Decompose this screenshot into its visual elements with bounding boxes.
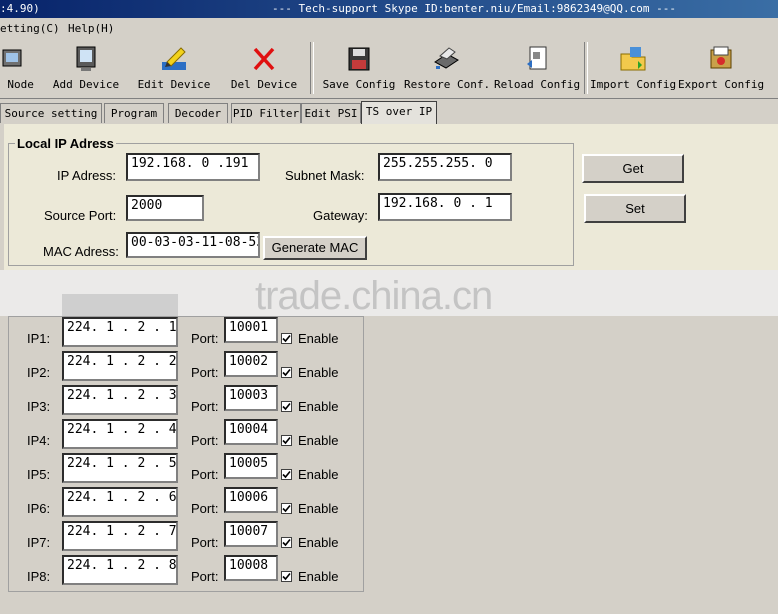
ip-row-port-label: Port:	[191, 399, 219, 414]
ip-row-enable-label: Enable	[298, 569, 339, 584]
ip-address-field[interactable]: 192.168. 0 .191	[126, 153, 260, 181]
ip-row-address-field[interactable]: 224. 1 . 2 . 6	[62, 487, 178, 517]
tab-program[interactable]: Program	[104, 103, 164, 123]
ip-row-enable-label: Enable	[298, 331, 339, 346]
title-support-text: --- Tech-support Skype ID:benter.niu/Ema…	[272, 2, 676, 15]
ip-row-label: IP5:	[27, 467, 51, 482]
ip-row-port-label: Port:	[191, 365, 219, 380]
toolbar: q Node Add Device Edit Device Del Device…	[0, 40, 778, 99]
title-version: :4.90)	[0, 2, 40, 15]
import-config-button[interactable]: Import Config	[590, 40, 676, 96]
ip-row-label: IP3:	[27, 399, 51, 414]
reload-config-button[interactable]: Reload Config	[494, 40, 580, 96]
tab-source-setting[interactable]: Source setting	[0, 103, 102, 123]
ip-row-port-field[interactable]: 10008	[224, 555, 278, 581]
ip-row-enable-checkbox[interactable]	[281, 401, 292, 412]
ip-row-port-label: Port:	[191, 433, 219, 448]
subnet-mask-label: Subnet Mask:	[285, 168, 365, 183]
restore-config-button[interactable]: Restore Conf.	[404, 40, 490, 96]
ip-row-address-field[interactable]: 224. 1 . 2 . 8	[62, 555, 178, 585]
ip-row-port-field[interactable]: 10002	[224, 351, 278, 377]
ip-row-port-field[interactable]: 10005	[224, 453, 278, 479]
ip-row-port-label: Port:	[191, 535, 219, 550]
source-port-label: Source Port:	[44, 208, 117, 223]
set-button[interactable]: Set	[584, 194, 686, 223]
source-port-field[interactable]: 2000	[126, 195, 204, 221]
export-config-button[interactable]: Export Config	[678, 40, 764, 96]
ip-row-enable-checkbox[interactable]	[281, 367, 292, 378]
ip-row-address-field[interactable]: 224. 1 . 2 . 2	[62, 351, 178, 381]
ip-row-enable-label: Enable	[298, 501, 339, 516]
gateway-label: Gateway:	[313, 208, 368, 223]
generate-mac-button[interactable]: Generate MAC	[263, 236, 367, 260]
mac-address-label: MAC Adress:	[43, 244, 119, 259]
ip-address-label: IP Adress:	[57, 168, 117, 183]
watermark-text: trade.china.cn	[255, 274, 493, 318]
scanner-icon	[434, 47, 459, 69]
title-bar: :4.90) --- Tech-support Skype ID:benter.…	[0, 0, 778, 18]
ip-row-label: IP7:	[27, 535, 51, 550]
tab-decoder[interactable]: Decoder	[168, 103, 228, 123]
reload-document-icon	[527, 46, 547, 70]
menu-bar: etting(C) Help(H)	[0, 18, 778, 39]
folder-import-icon	[620, 47, 646, 71]
edit-device-button[interactable]: Edit Device	[136, 40, 212, 96]
ip-row-port-label: Port:	[191, 467, 219, 482]
ip-row-label: IP1:	[27, 331, 51, 346]
floppy-disk-icon	[348, 47, 370, 71]
pencil-icon	[162, 47, 186, 70]
query-node-button[interactable]: q Node	[0, 40, 42, 96]
menu-setting[interactable]: etting(C)	[0, 22, 60, 35]
get-button[interactable]: Get	[582, 154, 684, 183]
delete-device-button[interactable]: Del Device	[228, 40, 300, 96]
ip-row-enable-checkbox[interactable]	[281, 537, 292, 548]
ip-row-port-label: Port:	[191, 501, 219, 516]
ip-row-enable-label: Enable	[298, 433, 339, 448]
ip-row-enable-label: Enable	[298, 365, 339, 380]
toolbar-separator	[310, 42, 314, 94]
toolbar-separator	[584, 42, 588, 94]
ip-row-enable-checkbox[interactable]	[281, 435, 292, 446]
ip-row-address-field[interactable]: 224. 1 . 2 . 3	[62, 385, 178, 415]
mac-address-field[interactable]: 00-03-03-11-08-53	[126, 232, 260, 258]
export-box-icon	[710, 46, 732, 69]
ip-row-label: IP2:	[27, 365, 51, 380]
tab-strip: Source setting Program Decoder PID Filte…	[0, 101, 778, 124]
ip-row-enable-label: Enable	[298, 535, 339, 550]
ip-row-enable-checkbox[interactable]	[281, 333, 292, 344]
ip-row-port-field[interactable]: 10006	[224, 487, 278, 513]
ts-over-ip-panel: Local IP Adress IP Adress: 192.168. 0 .1…	[4, 124, 778, 270]
ip-row-address-field[interactable]: 224. 1 . 2 . 4	[62, 419, 178, 449]
ip-row-address-field[interactable]: 224. 1 . 2 . 5	[62, 453, 178, 483]
gateway-field[interactable]: 192.168. 0 . 1	[378, 193, 512, 221]
tab-edit-psi[interactable]: Edit PSI	[301, 103, 361, 123]
ip-row-address-field[interactable]: 224. 1 . 2 . 7	[62, 521, 178, 551]
menu-help[interactable]: Help(H)	[68, 22, 114, 35]
add-device-button[interactable]: Add Device	[52, 40, 120, 96]
ip-row-port-label: Port:	[191, 569, 219, 584]
ip-row-port-field[interactable]: 10003	[224, 385, 278, 411]
ip-row-port-field[interactable]: 10001	[224, 317, 278, 343]
monitor-icon	[76, 46, 96, 71]
node-icon	[2, 49, 22, 67]
ip-row-enable-label: Enable	[298, 399, 339, 414]
subnet-mask-field[interactable]: 255.255.255. 0	[378, 153, 512, 181]
ip-row-label: IP4:	[27, 433, 51, 448]
ip-row-address-field[interactable]: 224. 1 . 2 . 1	[62, 317, 178, 347]
ip-row-port-label: Port:	[191, 331, 219, 346]
blurred-group-title	[62, 294, 178, 316]
ip-row-enable-checkbox[interactable]	[281, 469, 292, 480]
save-config-button[interactable]: Save Config	[322, 40, 396, 96]
red-x-icon	[253, 47, 275, 71]
ip-row-label: IP8:	[27, 569, 51, 584]
local-ip-legend: Local IP Adress	[17, 136, 114, 151]
ip-row-enable-checkbox[interactable]	[281, 571, 292, 582]
tab-ts-over-ip[interactable]: TS over IP	[361, 101, 437, 124]
ip-row-enable-label: Enable	[298, 467, 339, 482]
ip-row-label: IP6:	[27, 501, 51, 516]
ip-row-port-field[interactable]: 10007	[224, 521, 278, 547]
tab-pid-filter[interactable]: PID Filter	[231, 103, 301, 123]
ip-row-port-field[interactable]: 10004	[224, 419, 278, 445]
ip-row-enable-checkbox[interactable]	[281, 503, 292, 514]
